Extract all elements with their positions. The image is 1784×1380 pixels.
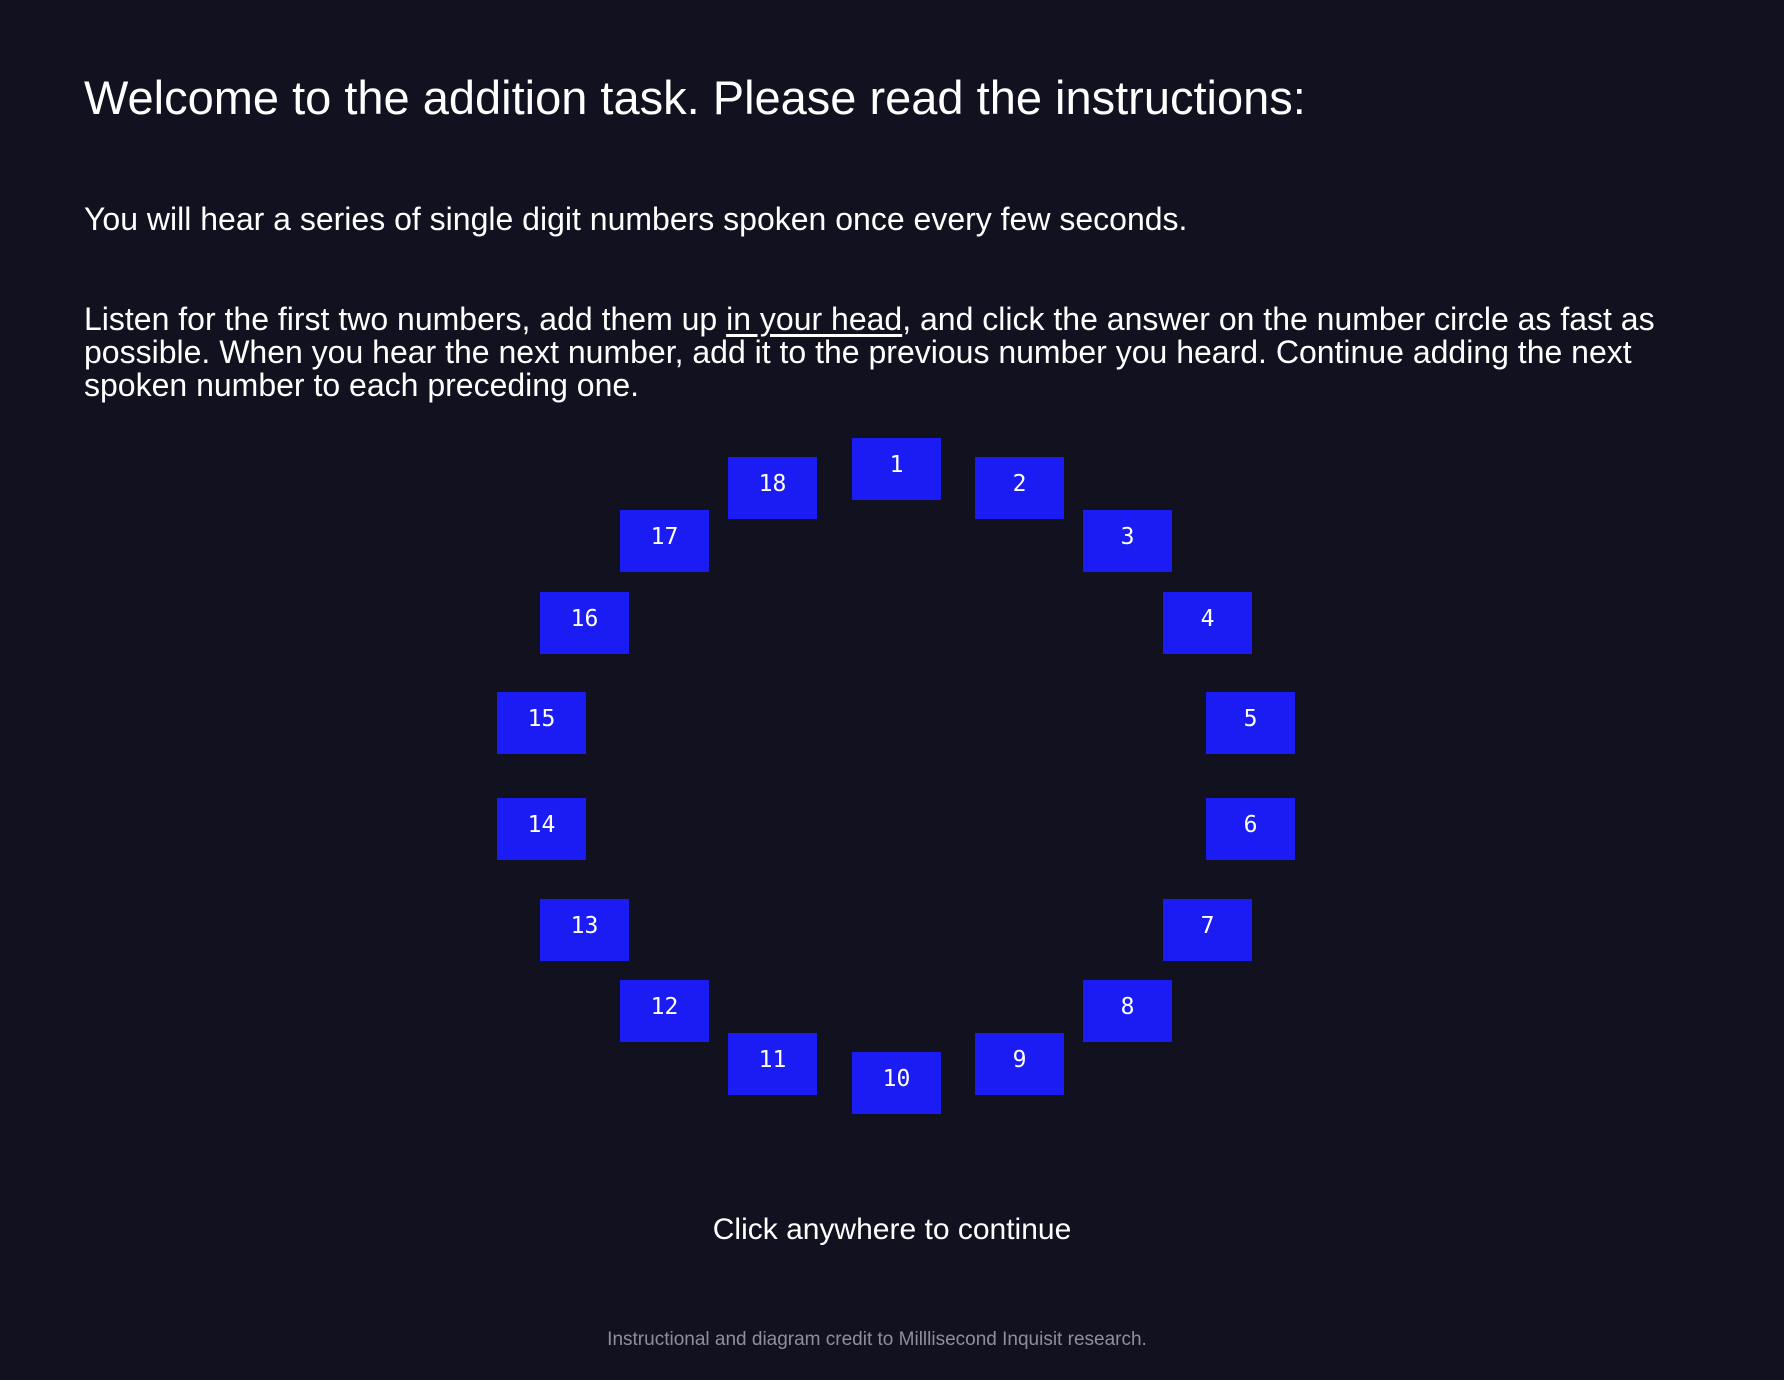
number-box-14[interactable]: 14	[497, 798, 586, 860]
continue-prompt: Click anywhere to continue	[712, 1213, 1072, 1246]
number-box-11[interactable]: 11	[728, 1033, 817, 1095]
number-box-13[interactable]: 13	[540, 899, 629, 961]
number-box-8[interactable]: 8	[1083, 980, 1172, 1042]
addition-task-instruction-screen[interactable]: { "title": "Welcome to the addition task…	[0, 0, 1784, 1380]
credit-footer: Instructional and diagram credit to Mill…	[607, 1329, 1147, 1350]
number-box-16[interactable]: 16	[540, 592, 629, 654]
number-box-10[interactable]: 10	[852, 1052, 941, 1114]
number-box-3[interactable]: 3	[1083, 510, 1172, 572]
number-box-12[interactable]: 12	[620, 980, 709, 1042]
number-box-15[interactable]: 15	[497, 692, 586, 754]
number-box-7[interactable]: 7	[1163, 899, 1252, 961]
number-box-17[interactable]: 17	[620, 510, 709, 572]
number-box-5[interactable]: 5	[1206, 692, 1295, 754]
number-box-6[interactable]: 6	[1206, 798, 1295, 860]
number-box-9[interactable]: 9	[975, 1033, 1064, 1095]
number-box-2[interactable]: 2	[975, 457, 1064, 519]
number-box-4[interactable]: 4	[1163, 592, 1252, 654]
number-box-1[interactable]: 1	[852, 438, 941, 500]
number-circle: 1 2 3 4 5 6 7 8 9 10 11 12 13 14 15 16 17 18	[0, 0, 1784, 1380]
number-box-18[interactable]: 18	[728, 457, 817, 519]
